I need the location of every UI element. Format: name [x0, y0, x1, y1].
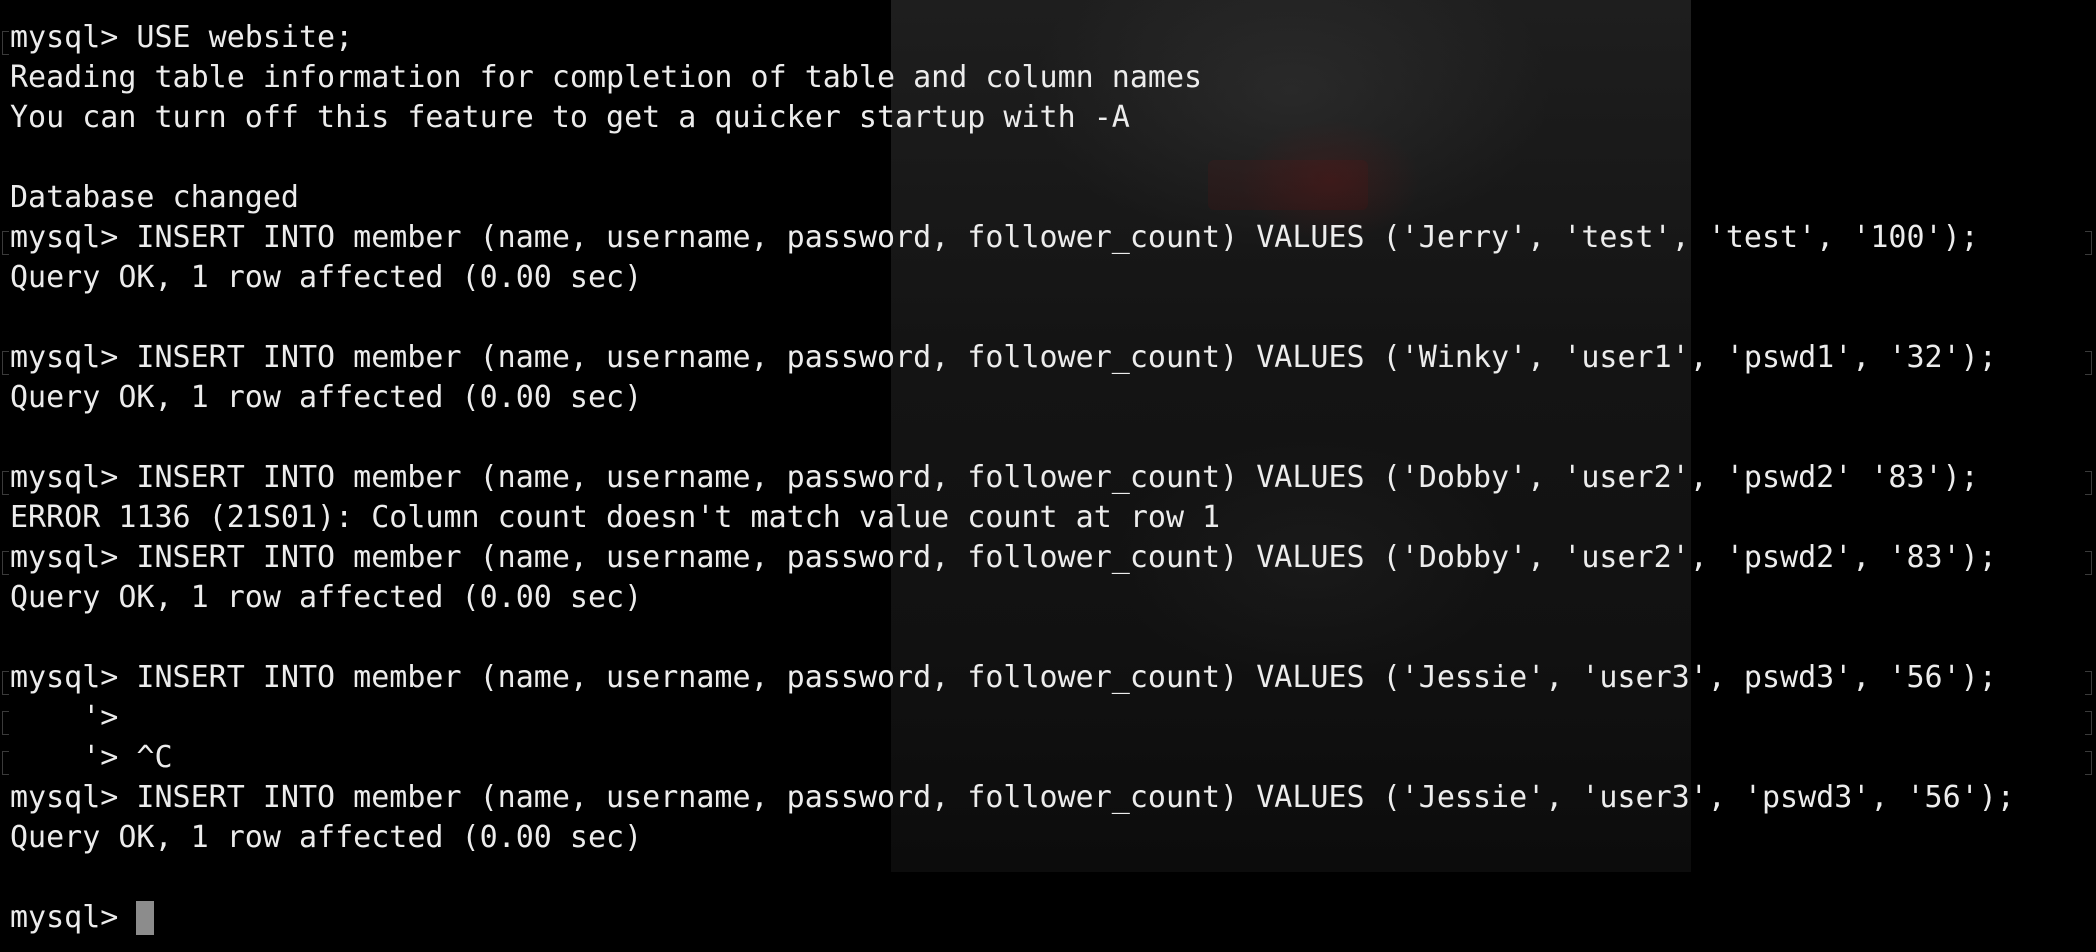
- line-marker: [2085, 751, 2092, 775]
- terminal-line: mysql> INSERT INTO member (name, usernam…: [10, 660, 1997, 695]
- line-marker: [2, 711, 9, 735]
- terminal-line: Query OK, 1 row affected (0.00 sec): [10, 260, 643, 295]
- terminal-line: Query OK, 1 row affected (0.00 sec): [10, 380, 643, 415]
- line-marker: [2085, 711, 2092, 735]
- terminal-line: mysql> INSERT INTO member (name, usernam…: [10, 540, 1997, 575]
- line-marker: [2085, 671, 2092, 695]
- terminal-line: '>: [10, 700, 119, 735]
- prompt-label: mysql>: [10, 900, 137, 935]
- line-marker: [2085, 231, 2092, 255]
- terminal-window[interactable]: mysql> USE website; Reading table inform…: [0, 0, 2096, 952]
- line-marker: [2085, 351, 2092, 375]
- line-marker: [2, 471, 9, 495]
- line-marker: [2, 551, 9, 575]
- terminal-line: mysql> USE website;: [10, 20, 354, 55]
- line-marker: [2, 751, 9, 775]
- terminal-line: You can turn off this feature to get a q…: [10, 100, 1130, 135]
- command-input-line[interactable]: mysql>: [10, 898, 2015, 938]
- terminal-line: mysql> INSERT INTO member (name, usernam…: [10, 460, 1979, 495]
- terminal-line: ERROR 1136 (21S01): Column count doesn't…: [10, 500, 1221, 535]
- text-cursor: [136, 901, 155, 935]
- terminal-line: Query OK, 1 row affected (0.00 sec): [10, 580, 643, 615]
- line-marker: [2085, 551, 2092, 575]
- line-marker: [2085, 471, 2092, 495]
- terminal-line: Query OK, 1 row affected (0.00 sec): [10, 820, 643, 855]
- terminal-line: Reading table information for completion…: [10, 60, 1203, 95]
- terminal-line: Database changed: [10, 180, 299, 215]
- line-marker: [2, 31, 9, 55]
- terminal-line: mysql> INSERT INTO member (name, usernam…: [10, 220, 1979, 255]
- line-marker: [2, 671, 9, 695]
- terminal-line: mysql> INSERT INTO member (name, usernam…: [10, 780, 2015, 815]
- terminal-line: '> ^C: [10, 740, 173, 775]
- line-marker: [2, 351, 9, 375]
- terminal-line: mysql> INSERT INTO member (name, usernam…: [10, 340, 1997, 375]
- terminal-output[interactable]: mysql> USE website; Reading table inform…: [10, 18, 2015, 938]
- line-marker: [2, 231, 9, 255]
